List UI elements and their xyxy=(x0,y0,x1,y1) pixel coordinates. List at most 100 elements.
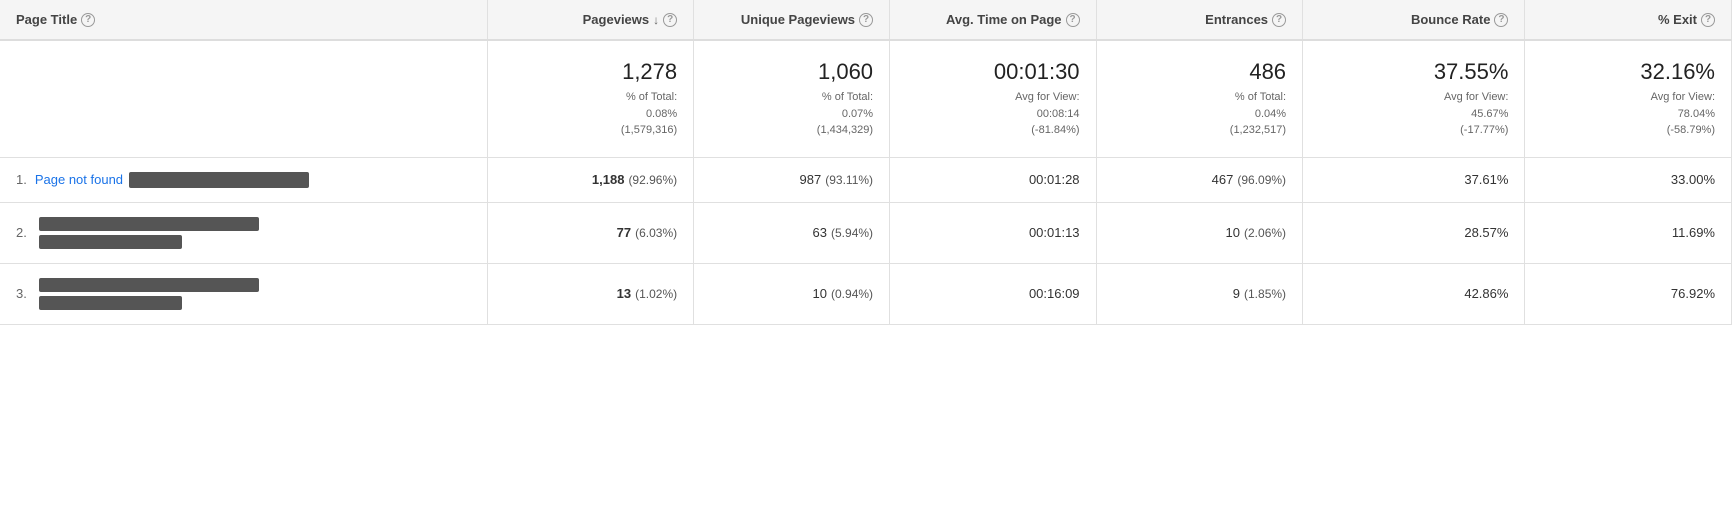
summary-bounce-rate-cell: 37.55% Avg for View: 45.67% (-17.77%) xyxy=(1303,40,1525,157)
row-pct-exit-cell: 11.69% xyxy=(1525,202,1732,263)
table-row: 1.Page not found1,188(92.96%)987(93.11%)… xyxy=(0,157,1732,202)
avg-time-value: 00:16:09 xyxy=(1029,286,1080,301)
pageviews-pct: (92.96%) xyxy=(628,173,677,187)
avg-time-help-icon[interactable]: ? xyxy=(1066,13,1080,27)
unique-pct: (0.94%) xyxy=(831,287,873,301)
entrances-pct: (2.06%) xyxy=(1244,226,1286,240)
row-number: 3. xyxy=(16,286,27,301)
unique-pageviews-label: Unique Pageviews xyxy=(741,12,855,27)
pageviews-main: 77 xyxy=(617,225,631,240)
col-header-unique-pageviews: Unique Pageviews ? xyxy=(694,0,890,40)
bounce-rate-value: 28.57% xyxy=(1464,225,1508,240)
pct-exit-value: 11.69% xyxy=(1672,225,1715,240)
summary-bounce-rate-sub: Avg for View: 45.67% (-17.77%) xyxy=(1319,89,1508,139)
pageviews-help-icon[interactable]: ? xyxy=(663,13,677,27)
row-pageviews-cell: 77 (6.03%) xyxy=(487,202,694,263)
pageviews-main: 13 xyxy=(617,286,631,301)
page-title-label: Page Title xyxy=(16,12,77,27)
entrances-main: 467 xyxy=(1212,172,1234,187)
summary-pageviews-main: 1,278 xyxy=(504,59,678,85)
unique-main: 10 xyxy=(813,286,827,301)
summary-pct-exit-sub: Avg for View: 78.04% (-58.79%) xyxy=(1541,89,1715,139)
summary-avg-time-sub: Avg for View: 00:08:14 (-81.84%) xyxy=(906,89,1080,139)
row-bounce-rate-cell: 28.57% xyxy=(1303,202,1525,263)
col-header-bounce-rate: Bounce Rate ? xyxy=(1303,0,1525,40)
page-title-help-icon[interactable]: ? xyxy=(81,13,95,27)
col-header-entrances: Entrances ? xyxy=(1096,0,1303,40)
redacted-bar xyxy=(39,235,182,249)
pageviews-main: 1,188 xyxy=(592,172,625,187)
entrances-pct: (96.09%) xyxy=(1237,173,1286,187)
table-row: 2. 77 (6.03%) 63 (5.94%) 00:01:13 10 (2.06%) 28.… xyxy=(0,202,1732,263)
summary-bounce-rate-main: 37.55% xyxy=(1319,59,1508,85)
row-unique-pageviews-cell: 987(93.11%) xyxy=(694,157,890,202)
bounce-rate-label: Bounce Rate xyxy=(1411,12,1490,27)
row-bounce-rate-cell: 42.86% xyxy=(1303,263,1525,324)
row-unique-pageviews-cell: 10 (0.94%) xyxy=(694,263,890,324)
col-header-avg-time: Avg. Time on Page ? xyxy=(890,0,1097,40)
summary-unique-pageviews-cell: 1,060 % of Total: 0.07% (1,434,329) xyxy=(694,40,890,157)
pageviews-label: Pageviews xyxy=(583,12,650,27)
entrances-help-icon[interactable]: ? xyxy=(1272,13,1286,27)
redacted-bar xyxy=(39,217,259,231)
row-entrances-cell: 10 (2.06%) xyxy=(1096,202,1303,263)
page-title-link[interactable]: Page not found xyxy=(35,172,123,187)
row-page-title-cell: 3. xyxy=(0,263,487,324)
unique-main: 63 xyxy=(813,225,827,240)
summary-pageviews-sub: % of Total: 0.08% (1,579,316) xyxy=(504,89,678,139)
redacted-bar xyxy=(39,296,182,310)
entrances-pct: (1.85%) xyxy=(1244,287,1286,301)
summary-avg-time-main: 00:01:30 xyxy=(906,59,1080,85)
pct-exit-value: 33.00% xyxy=(1671,172,1715,187)
row-avg-time-cell: 00:01:28 xyxy=(890,157,1097,202)
row-pageviews-cell: 1,188(92.96%) xyxy=(487,157,694,202)
row-entrances-cell: 9(1.85%) xyxy=(1096,263,1303,324)
row-pageviews-cell: 13 (1.02%) xyxy=(487,263,694,324)
bounce-rate-value: 42.86% xyxy=(1464,286,1508,301)
row-entrances-cell: 467(96.09%) xyxy=(1096,157,1303,202)
col-header-page-title: Page Title ? xyxy=(0,0,487,40)
redacted-bar xyxy=(129,172,309,188)
pct-exit-help-icon[interactable]: ? xyxy=(1701,13,1715,27)
summary-pct-exit-main: 32.16% xyxy=(1541,59,1715,85)
summary-entrances-sub: % of Total: 0.04% (1,232,517) xyxy=(1113,89,1287,139)
summary-entrances-cell: 486 % of Total: 0.04% (1,232,517) xyxy=(1096,40,1303,157)
col-header-pageviews: Pageviews ↓ ? xyxy=(487,0,694,40)
row-pct-exit-cell: 33.00% xyxy=(1525,157,1732,202)
row-number: 2. xyxy=(16,225,27,240)
summary-page-title-cell xyxy=(0,40,487,157)
summary-avg-time-cell: 00:01:30 Avg for View: 00:08:14 (-81.84%… xyxy=(890,40,1097,157)
summary-row: 1,278 % of Total: 0.08% (1,579,316) 1,06… xyxy=(0,40,1732,157)
bounce-rate-help-icon[interactable]: ? xyxy=(1494,13,1508,27)
unique-pct: (5.94%) xyxy=(831,226,873,240)
summary-pageviews-cell: 1,278 % of Total: 0.08% (1,579,316) xyxy=(487,40,694,157)
table-row: 3. 13 (1.02%) 10 (0.94%) 00:16:09 9(1.85%) 42.8… xyxy=(0,263,1732,324)
summary-unique-main: 1,060 xyxy=(710,59,873,85)
row-page-title-cell: 1. Page not found xyxy=(0,157,487,202)
row-page-title-cell: 2. xyxy=(0,202,487,263)
redacted-container xyxy=(35,278,259,310)
row-number: 1. xyxy=(16,172,27,187)
avg-time-value: 00:01:28 xyxy=(1029,172,1080,187)
entrances-label: Entrances xyxy=(1205,12,1268,27)
row-avg-time-cell: 00:01:13 xyxy=(890,202,1097,263)
row-avg-time-cell: 00:16:09 xyxy=(890,263,1097,324)
pageviews-pct: (6.03%) xyxy=(635,226,677,240)
row-pct-exit-cell: 76.92% xyxy=(1525,263,1732,324)
avg-time-value: 00:01:13 xyxy=(1029,225,1080,240)
summary-entrances-main: 486 xyxy=(1113,59,1287,85)
summary-unique-sub: % of Total: 0.07% (1,434,329) xyxy=(710,89,873,139)
unique-pct: (93.11%) xyxy=(825,173,873,187)
unique-pageviews-help-icon[interactable]: ? xyxy=(859,13,873,27)
redacted-container xyxy=(35,217,259,249)
avg-time-label: Avg. Time on Page xyxy=(946,12,1062,27)
pct-exit-value: 76.92% xyxy=(1671,286,1715,301)
unique-main: 987 xyxy=(800,172,822,187)
sort-down-icon[interactable]: ↓ xyxy=(653,13,659,27)
entrances-main: 10 xyxy=(1226,225,1240,240)
pct-exit-label: % Exit xyxy=(1658,12,1697,27)
row-bounce-rate-cell: 37.61% xyxy=(1303,157,1525,202)
summary-pct-exit-cell: 32.16% Avg for View: 78.04% (-58.79%) xyxy=(1525,40,1732,157)
pageviews-pct: (1.02%) xyxy=(635,287,677,301)
bounce-rate-value: 37.61% xyxy=(1464,172,1508,187)
